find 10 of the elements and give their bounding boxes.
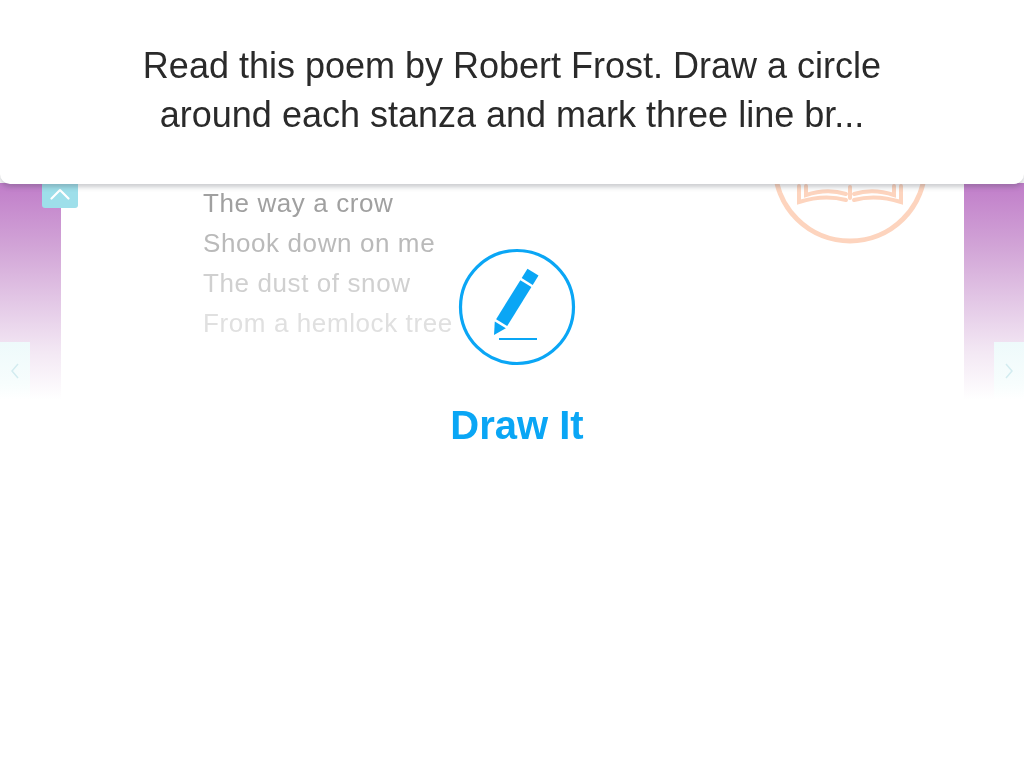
draw-button[interactable]: Draw It <box>450 248 584 449</box>
chevron-left-icon <box>11 363 19 379</box>
chevron-right-icon <box>1005 363 1013 379</box>
poem-line: Shook down on me <box>203 227 436 260</box>
book-icon <box>772 183 928 245</box>
poem-line: The way a crow <box>203 187 394 220</box>
pencil-icon <box>458 248 576 366</box>
instruction-text: Read this poem by Robert Frost. Draw a circle around each stanza and mark three line br... <box>141 44 883 137</box>
up-button[interactable] <box>42 183 78 208</box>
chevron-up-icon <box>50 188 70 200</box>
